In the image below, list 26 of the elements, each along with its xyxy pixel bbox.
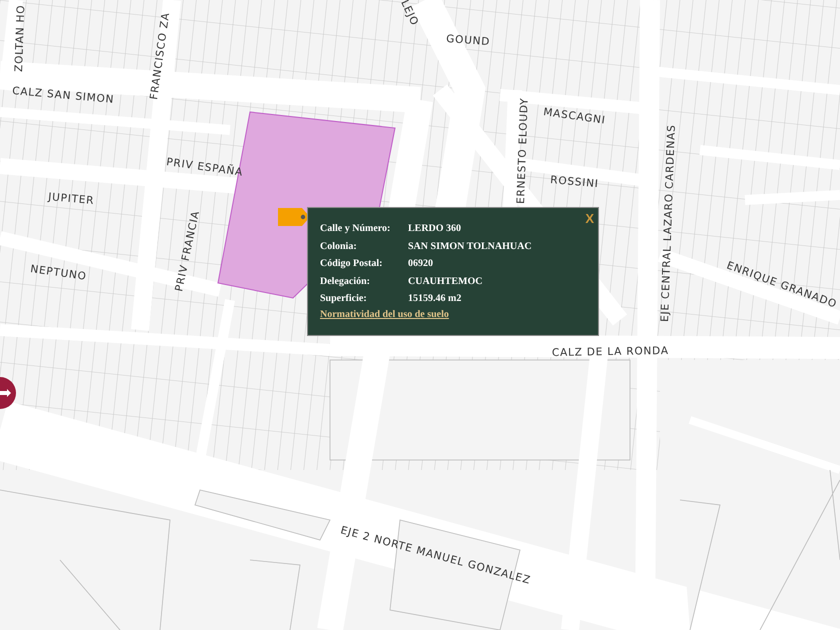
close-button[interactable]: X — [583, 211, 596, 226]
street-label: PRIV ESPAÑA — [166, 156, 244, 179]
land-use-link[interactable]: Normatividad del uso de suelo — [320, 308, 449, 320]
street-label: ERNESTO ELOUDY — [515, 97, 531, 204]
location-marker-icon[interactable] — [0, 377, 16, 409]
street-label: GOUND — [446, 33, 491, 48]
field-label: Delegación: — [320, 276, 371, 287]
street-label: CALZ DE LA RONDA — [552, 344, 669, 359]
field-value: SAN SIMON TOLNAHUAC — [408, 240, 532, 252]
field-label: Superficie: — [320, 293, 368, 304]
street-label: EJE CENTRAL LAZARO CARDENAS — [659, 124, 678, 322]
field-value: LERDO 360 — [408, 223, 462, 234]
street-label: CALZ SAN SIMON — [12, 85, 115, 106]
field-label: Calle y Número: — [320, 223, 392, 234]
field-label: Colonia: — [320, 240, 358, 252]
street-label: LEJO — [398, 0, 421, 28]
street-label: NEPTUNO — [30, 263, 88, 283]
field-value: 06920 — [408, 258, 433, 270]
field-label: Código Postal: — [320, 258, 384, 270]
street-label: JUPITER — [48, 191, 95, 207]
field-value: CUAUHTEMOC — [408, 276, 482, 287]
street-label: MASCAGNI — [542, 106, 606, 127]
street-label: FRANCISCO ZA — [148, 12, 172, 100]
street-label: ROSSINI — [550, 174, 600, 190]
street-label: ZOLTAN HO — [13, 4, 28, 72]
field-value: 15159.46 m2 — [408, 293, 462, 304]
